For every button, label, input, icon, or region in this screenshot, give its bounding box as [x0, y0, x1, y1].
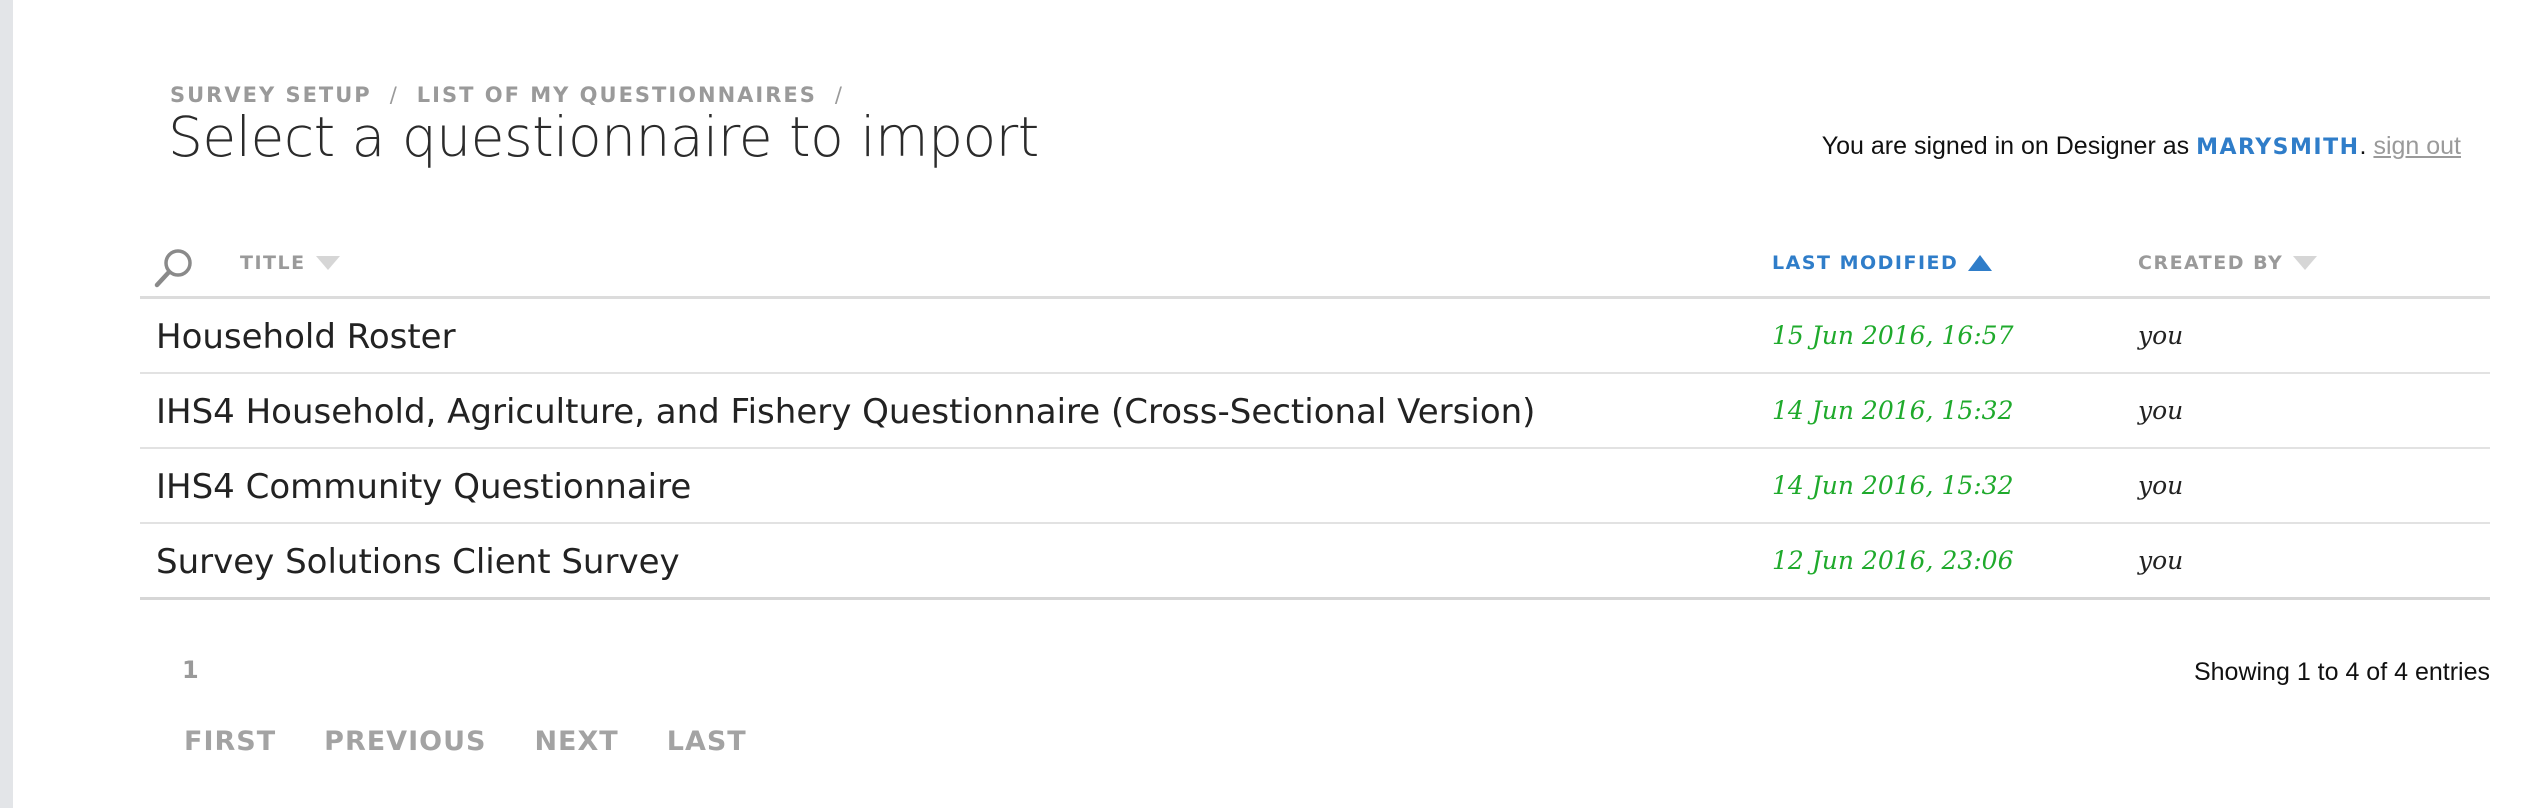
- table-header: TITLE LAST MODIFIED CREATED BY: [140, 236, 2490, 299]
- last-modified-cell: 14 Jun 2016, 15:32: [1772, 396, 2014, 425]
- page-number-button[interactable]: 1: [182, 656, 199, 684]
- column-header-title[interactable]: TITLE: [240, 252, 340, 274]
- column-header-last-modified-label: LAST MODIFIED: [1772, 252, 1959, 274]
- questionnaire-title-link[interactable]: IHS4 Household, Agriculture, and Fishery…: [156, 392, 1535, 432]
- last-page-button[interactable]: LAST: [667, 726, 747, 757]
- pagination-controls: FIRST PREVIOUS NEXT LAST: [184, 726, 795, 757]
- last-modified-cell: 14 Jun 2016, 15:32: [1772, 471, 2014, 500]
- column-header-last-modified[interactable]: LAST MODIFIED: [1772, 252, 1993, 274]
- table-row[interactable]: Survey Solutions Client Survey 12 Jun 20…: [140, 524, 2490, 600]
- sign-out-link[interactable]: sign out: [2373, 132, 2461, 160]
- search-icon[interactable]: [152, 246, 196, 290]
- breadcrumb-my-questionnaires[interactable]: LIST OF MY QUESTIONNAIRES: [417, 83, 817, 107]
- signin-period: .: [2359, 132, 2367, 160]
- column-header-created-by[interactable]: CREATED BY: [2138, 252, 2318, 274]
- signin-status: You are signed in on Designer as MARYSMI…: [1822, 132, 2461, 161]
- sort-down-icon: [315, 256, 340, 270]
- table-row[interactable]: Household Roster 15 Jun 2016, 16:57 you: [140, 299, 2490, 374]
- created-by-cell: you: [2138, 321, 2184, 350]
- column-header-created-by-label: CREATED BY: [2138, 252, 2284, 274]
- previous-page-button[interactable]: PREVIOUS: [324, 726, 486, 757]
- last-modified-cell: 15 Jun 2016, 16:57: [1772, 321, 2014, 350]
- signed-in-username: MARYSMITH: [2196, 135, 2360, 160]
- created-by-cell: you: [2138, 546, 2184, 575]
- questionnaire-table: TITLE LAST MODIFIED CREATED BY Household…: [140, 236, 2490, 600]
- sort-up-icon: [1968, 255, 1993, 271]
- page-title: Select a questionnaire to import: [168, 105, 1039, 169]
- breadcrumb-separator: /: [834, 83, 844, 107]
- sort-down-icon: [2293, 256, 2318, 270]
- column-header-title-label: TITLE: [240, 252, 306, 274]
- next-page-button[interactable]: NEXT: [534, 726, 618, 757]
- questionnaire-title-link[interactable]: IHS4 Community Questionnaire: [156, 467, 691, 507]
- table-row[interactable]: IHS4 Household, Agriculture, and Fishery…: [140, 374, 2490, 449]
- first-page-button[interactable]: FIRST: [184, 726, 276, 757]
- created-by-cell: you: [2138, 471, 2184, 500]
- questionnaire-title-link[interactable]: Survey Solutions Client Survey: [156, 542, 680, 582]
- created-by-cell: you: [2138, 396, 2184, 425]
- signin-prefix: You are signed in on Designer as: [1821, 132, 2190, 160]
- questionnaire-title-link[interactable]: Household Roster: [156, 317, 456, 357]
- breadcrumb-survey-setup[interactable]: SURVEY SETUP: [170, 83, 372, 107]
- entries-info: Showing 1 to 4 of 4 entries: [2193, 658, 2490, 686]
- left-rail: [0, 0, 13, 808]
- last-modified-cell: 12 Jun 2016, 23:06: [1772, 546, 2014, 575]
- breadcrumb-separator: /: [389, 83, 399, 107]
- table-row[interactable]: IHS4 Community Questionnaire 14 Jun 2016…: [140, 449, 2490, 524]
